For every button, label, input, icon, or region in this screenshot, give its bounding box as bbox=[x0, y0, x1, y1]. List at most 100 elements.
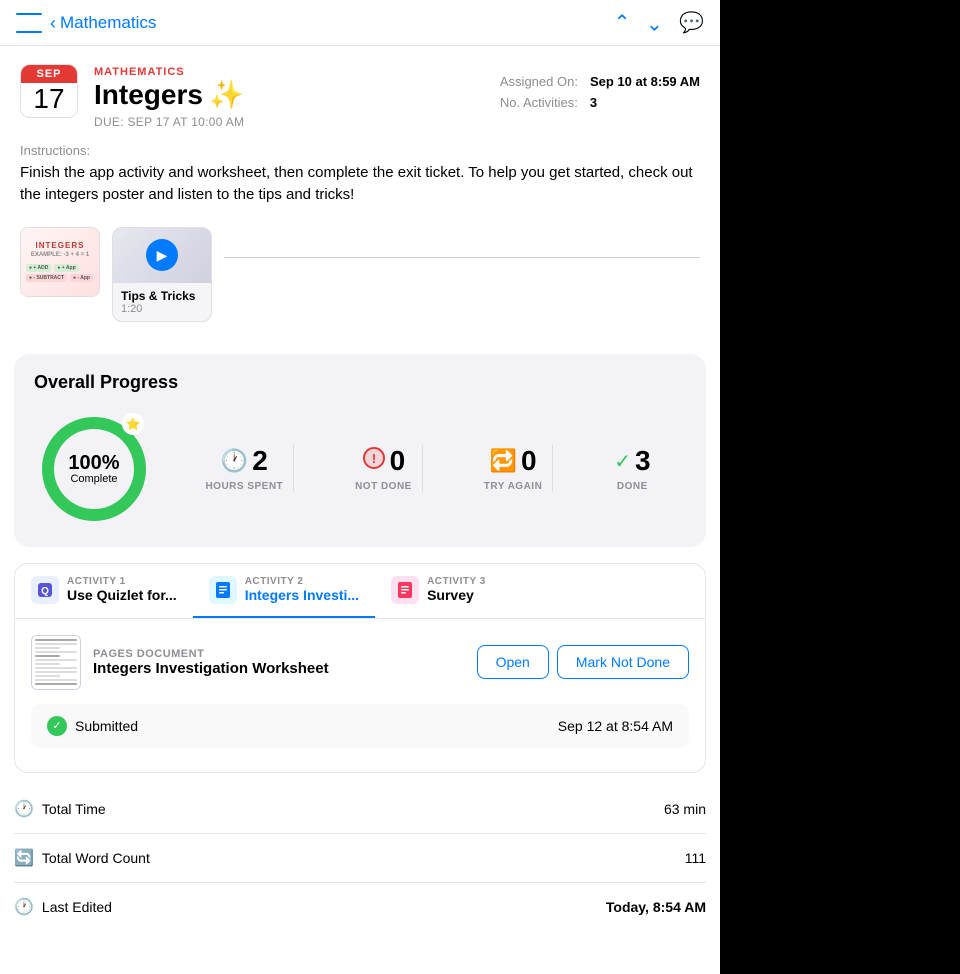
chevron-up-icon[interactable]: ⌃ bbox=[614, 10, 631, 35]
stat-number-done: 3 bbox=[635, 445, 651, 477]
video-duration: 1:20 bbox=[121, 303, 203, 315]
activity-tab-num-2: ACTIVITY 2 bbox=[245, 576, 359, 587]
main-panel: ‹ Mathematics ⌃ ⌃ 💬 SEP 17 Mathematics I… bbox=[0, 0, 720, 974]
stat-top: 🔁 0 bbox=[490, 445, 537, 477]
detail-row-word-count: 🔄 Total Word Count 111 bbox=[14, 834, 706, 883]
clock-icon: 🕐 bbox=[14, 799, 34, 819]
detail-row-total-time: 🕐 Total Time 63 min bbox=[14, 785, 706, 834]
detail-rows: 🕐 Total Time 63 min 🔄 Total Word Count 1… bbox=[14, 785, 706, 931]
assignment-due: DUE: SEP 17 AT 10:00 AM bbox=[94, 115, 244, 129]
instructions-section: Instructions: Finish the app activity an… bbox=[0, 143, 720, 219]
nav-left: ‹ Mathematics bbox=[16, 13, 156, 33]
doc-type: PAGES DOCUMENT bbox=[93, 648, 329, 660]
donut-center: 100% Complete bbox=[68, 453, 119, 485]
doc-name: Integers Investigation Worksheet bbox=[93, 660, 329, 677]
submitted-time: Sep 12 at 8:54 AM bbox=[558, 718, 673, 734]
detail-row-last-edited: 🕐 Last Edited Today, 8:54 AM bbox=[14, 883, 706, 931]
activity-tab-text-2: ACTIVITY 2 Integers Investi... bbox=[245, 576, 359, 603]
donut-chart: 100% Complete ⭐ bbox=[34, 409, 154, 529]
word-count-label: Total Word Count bbox=[42, 850, 150, 866]
submitted-left: ✓ Submitted bbox=[47, 716, 138, 736]
stats-grid: 🕐 2 HOURS SPENT ! 0 bbox=[154, 445, 686, 492]
submitted-text: Submitted bbox=[75, 718, 138, 734]
assignment-meta: Assigned On: Sep 10 at 8:59 AM No. Activ… bbox=[500, 64, 700, 116]
open-button[interactable]: Open bbox=[477, 645, 549, 679]
comment-icon[interactable]: 💬 bbox=[679, 10, 704, 35]
activity-tab-text-1: ACTIVITY 1 Use Quizlet for... bbox=[67, 576, 177, 603]
stat-number-try-again: 0 bbox=[521, 445, 537, 477]
last-edited-icon: 🕐 bbox=[14, 897, 34, 917]
stat-label-try-again: TRY AGAIN bbox=[484, 481, 543, 492]
activity-tab-name-2: Integers Investi... bbox=[245, 587, 359, 603]
activity-tab-name-1: Use Quizlet for... bbox=[67, 587, 177, 603]
submitted-check-icon: ✓ bbox=[47, 716, 67, 736]
activity-icon-2 bbox=[209, 576, 237, 604]
last-edited-value: Today, 8:54 AM bbox=[606, 899, 706, 915]
donut-percent: 100% bbox=[68, 453, 119, 473]
calendar-day: 17 bbox=[21, 83, 77, 117]
video-title: Tips & Tricks bbox=[121, 289, 203, 303]
assigned-on-row: Assigned On: Sep 10 at 8:59 AM bbox=[500, 74, 700, 89]
back-label: Mathematics bbox=[60, 13, 156, 33]
calendar-month: SEP bbox=[21, 65, 77, 83]
doc-info: PAGES DOCUMENT Integers Investigation Wo… bbox=[93, 648, 329, 677]
mark-not-done-button[interactable]: Mark Not Done bbox=[557, 645, 689, 679]
doc-actions: Open Mark Not Done bbox=[477, 645, 689, 679]
assignment-left: SEP 17 Mathematics Integers ✨ DUE: SEP 1… bbox=[20, 64, 244, 129]
svg-text:!: ! bbox=[371, 451, 375, 466]
assignment-sparkle: ✨ bbox=[209, 80, 244, 111]
activities-value: 3 bbox=[590, 95, 597, 110]
assignment-title: Integers ✨ bbox=[94, 80, 244, 111]
activities-section: Q ACTIVITY 1 Use Quizlet for... bbox=[14, 563, 706, 773]
activity-tab-num-3: ACTIVITY 3 bbox=[427, 576, 486, 587]
progress-stats: 100% Complete ⭐ 🕐 2 HOURS SPENT bbox=[34, 409, 686, 529]
chevron-down-icon[interactable]: ⌃ bbox=[646, 10, 663, 35]
video-attachment[interactable]: ▶ Tips & Tricks 1:20 bbox=[112, 227, 212, 322]
word-count-icon: 🔄 bbox=[14, 848, 34, 868]
poster-attachment[interactable]: INTEGERS EXAMPLE: -3 + 4 = 1 ● + ADD ● +… bbox=[20, 227, 100, 297]
instructions-label: Instructions: bbox=[20, 143, 700, 158]
stat-number-not-done: 0 bbox=[390, 445, 406, 477]
doc-left: PAGES DOCUMENT Integers Investigation Wo… bbox=[31, 635, 329, 690]
stat-hours-spent: 🕐 2 HOURS SPENT bbox=[195, 445, 294, 492]
last-edited-label: Last Edited bbox=[42, 899, 112, 915]
total-time-value: 63 min bbox=[664, 801, 706, 817]
progress-section: Overall Progress 100% Complete ⭐ 🕐 2 bbox=[14, 354, 706, 547]
stat-top: ! 0 bbox=[362, 445, 406, 477]
video-info: Tips & Tricks 1:20 bbox=[113, 283, 211, 321]
stat-label-hours: HOURS SPENT bbox=[205, 481, 283, 492]
assignment-title-block: Mathematics Integers ✨ DUE: SEP 17 AT 10… bbox=[94, 64, 244, 129]
activities-count-row: No. Activities: 3 bbox=[500, 95, 700, 110]
back-button[interactable]: ‹ Mathematics bbox=[50, 13, 156, 33]
stat-not-done: ! 0 NOT DONE bbox=[345, 445, 423, 492]
svg-text:Q: Q bbox=[41, 586, 49, 597]
activity-doc-header: PAGES DOCUMENT Integers Investigation Wo… bbox=[31, 635, 689, 690]
activity-tab-1[interactable]: Q ACTIVITY 1 Use Quizlet for... bbox=[15, 564, 193, 618]
stat-try-again: 🔁 0 TRY AGAIN bbox=[474, 445, 554, 492]
activity-icon-1: Q bbox=[31, 576, 59, 604]
progress-title: Overall Progress bbox=[34, 372, 686, 393]
activity-tab-text-3: ACTIVITY 3 Survey bbox=[427, 576, 486, 603]
submitted-card: ✓ Submitted Sep 12 at 8:54 AM bbox=[31, 704, 689, 748]
activity-tab-3[interactable]: ACTIVITY 3 Survey bbox=[375, 564, 502, 618]
detail-left: 🔄 Total Word Count bbox=[14, 848, 150, 868]
donut-star: ⭐ bbox=[122, 413, 144, 435]
activity-tab-name-3: Survey bbox=[427, 587, 486, 603]
instructions-text: Finish the app activity and worksheet, t… bbox=[20, 162, 700, 207]
activity-icon-3 bbox=[391, 576, 419, 604]
top-nav: ‹ Mathematics ⌃ ⌃ 💬 bbox=[0, 0, 720, 46]
stat-label-done: DONE bbox=[617, 481, 648, 492]
nav-right: ⌃ ⌃ 💬 bbox=[614, 10, 704, 35]
stat-number-hours: 2 bbox=[252, 445, 268, 477]
stat-label-not-done: NOT DONE bbox=[355, 481, 412, 492]
activity-tab-2[interactable]: ACTIVITY 2 Integers Investi... bbox=[193, 564, 375, 618]
play-icon: ▶ bbox=[146, 239, 178, 271]
sidebar-toggle-button[interactable] bbox=[16, 13, 42, 33]
chevron-left-icon: ‹ bbox=[50, 14, 56, 32]
stat-done: ✓ 3 DONE bbox=[604, 445, 660, 492]
video-preview: ▶ bbox=[113, 228, 211, 283]
activity-tabs: Q ACTIVITY 1 Use Quizlet for... bbox=[15, 564, 705, 619]
assignment-subject: Mathematics bbox=[94, 66, 244, 78]
activities-label: No. Activities: bbox=[500, 95, 578, 110]
calendar-icon: SEP 17 bbox=[20, 64, 78, 118]
